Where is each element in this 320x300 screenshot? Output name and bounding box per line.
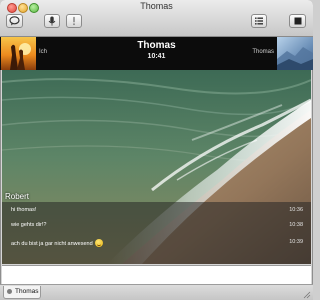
- message-time: 10:39: [289, 239, 303, 245]
- title-bar: Thomas: [0, 0, 313, 37]
- alert-button[interactable]: [66, 14, 82, 28]
- tab-thomas[interactable]: Thomas: [3, 286, 41, 299]
- smiley-icon: [94, 239, 103, 247]
- contact-header: Ich Thomas 10:41 Thomas: [0, 37, 313, 70]
- message-row[interactable]: ach du bist ja gar nicht anwesend 10:39: [2, 236, 311, 251]
- list-icon: [255, 17, 263, 25]
- contact-photo-icon: [277, 37, 313, 70]
- message-row[interactable]: wie gehts dir!? 10:38: [2, 219, 311, 234]
- status-dot-icon: [7, 289, 12, 294]
- microphone-icon: [48, 16, 56, 26]
- message-input[interactable]: [2, 265, 311, 284]
- contact-name-label: Thomas: [252, 49, 274, 55]
- message-time: 10:38: [289, 222, 303, 228]
- chat-window: Thomas Ich Thomas 10:41 Thomas Robert hi…: [0, 0, 313, 300]
- message-time: 10:36: [289, 207, 303, 213]
- stop-icon: [294, 17, 301, 25]
- message-text: wie gehts dir!?: [11, 222, 47, 228]
- resize-grip-icon[interactable]: [303, 291, 311, 299]
- message-row[interactable]: hi thomas! 10:36: [2, 204, 311, 219]
- tab-label: Thomas: [15, 288, 39, 295]
- tab-bar: Thomas: [0, 284, 313, 300]
- message-text: hi thomas!: [11, 207, 37, 213]
- window-title: Thomas: [140, 1, 173, 11]
- message-text: ach du bist ja gar nicht anwesend: [11, 241, 93, 247]
- chat-transcript[interactable]: Robert hi thomas! 10:36 wie gehts dir!? …: [2, 70, 311, 264]
- chat-bubble-button[interactable]: [6, 14, 23, 28]
- chat-bubble-icon: [9, 16, 20, 26]
- contact-avatar[interactable]: [277, 37, 313, 70]
- sender-name: Robert: [5, 192, 30, 201]
- stop-button[interactable]: [289, 14, 306, 28]
- voice-button[interactable]: [44, 14, 60, 28]
- message-panel: Robert hi thomas! 10:36 wie gehts dir!? …: [2, 192, 311, 264]
- alert-icon: [73, 16, 75, 26]
- list-button[interactable]: [251, 14, 267, 28]
